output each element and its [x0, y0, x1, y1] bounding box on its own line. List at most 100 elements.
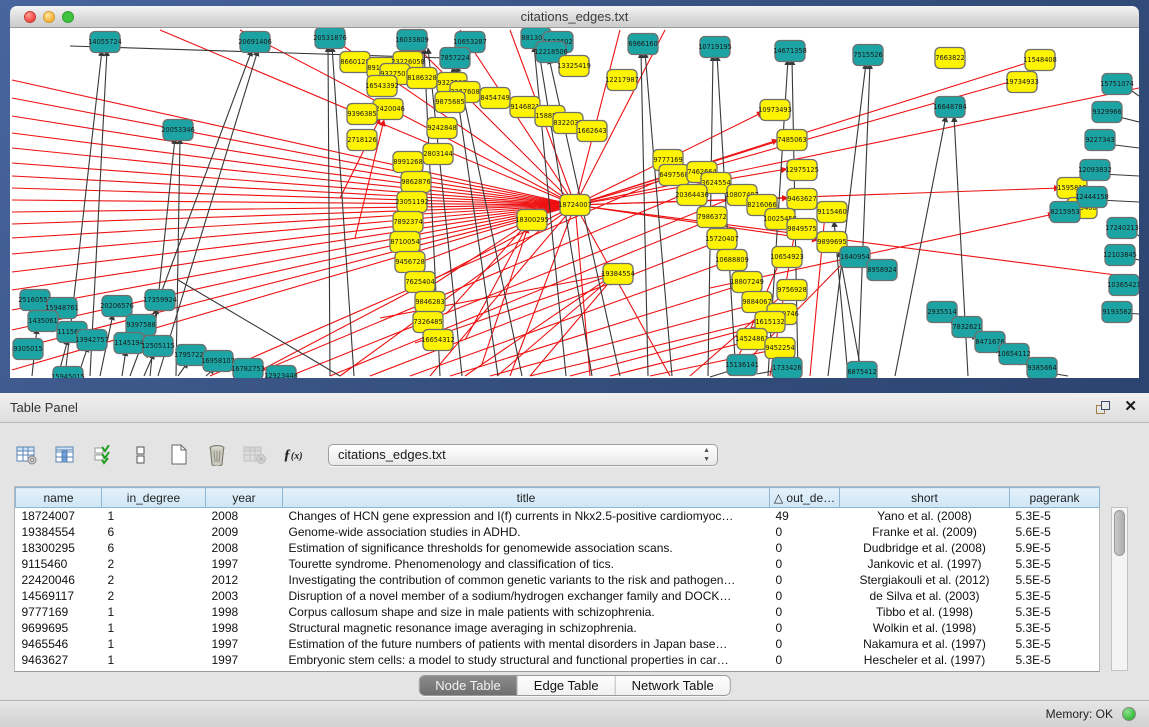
cell-pagerank[interactable]: 5.3E-5	[1010, 588, 1100, 604]
citation-edge-red[interactable]	[12, 98, 575, 205]
new-table-icon[interactable]	[166, 442, 192, 468]
graph-node[interactable]: 12103845	[1103, 245, 1137, 266]
graph-node[interactable]: 14055724	[88, 32, 122, 53]
cell-out_degree[interactable]: 0	[770, 636, 840, 652]
cell-in_degree[interactable]: 1	[102, 604, 206, 620]
cell-name[interactable]: 14569117	[16, 588, 102, 604]
table-settings-icon[interactable]	[14, 442, 40, 468]
cell-out_degree[interactable]: 0	[770, 556, 840, 572]
cell-title[interactable]: Tourette syndrome. Phenomenology and cla…	[283, 556, 770, 572]
tab-edge-table[interactable]: Edge Table	[518, 676, 616, 695]
graph-node[interactable]: 10654923	[770, 247, 804, 268]
table-row[interactable]: 946362711997Embryonic stem cells: a mode…	[16, 652, 1100, 668]
graph-node[interactable]: 12975125	[785, 160, 819, 181]
graph-node[interactable]: 7625404	[405, 272, 435, 293]
cell-name[interactable]: 9115460	[16, 556, 102, 572]
graph-node[interactable]: 9756928	[777, 280, 807, 301]
graph-node[interactable]: 12093832	[1078, 160, 1112, 181]
cell-year[interactable]: 1997	[206, 652, 283, 668]
graph-node[interactable]: 7663822	[935, 48, 965, 69]
delete-rows-icon[interactable]	[242, 442, 268, 468]
graph-node[interactable]: 16648784	[933, 97, 967, 118]
cell-out_degree[interactable]: 0	[770, 588, 840, 604]
graph-node[interactable]: 9463627	[787, 189, 817, 210]
citation-edge-black[interactable]	[158, 50, 258, 376]
graph-node[interactable]: 7857224	[440, 48, 470, 69]
graph-node[interactable]: 9456728	[395, 252, 425, 273]
graph-node[interactable]: 8991268	[393, 152, 423, 173]
graph-node[interactable]: 20364436	[675, 185, 709, 206]
cell-out_degree[interactable]: 0	[770, 604, 840, 620]
graph-node[interactable]: 9849575	[787, 219, 817, 240]
cell-in_degree[interactable]: 2	[102, 588, 206, 604]
table-selector-dropdown[interactable]: citations_edges.txt ▲▼	[328, 444, 718, 466]
graph-node[interactable]: 20531876	[313, 28, 347, 49]
graph-node[interactable]: 16033809	[395, 30, 429, 51]
show-columns-checklist-icon[interactable]	[90, 442, 116, 468]
cell-pagerank[interactable]: 5.5E-5	[1010, 572, 1100, 588]
cell-year[interactable]: 1997	[206, 636, 283, 652]
graph-node[interactable]: 16958107	[201, 351, 235, 372]
graph-node[interactable]: 11548408	[1023, 50, 1057, 71]
float-panel-icon[interactable]	[1096, 401, 1111, 416]
graph-node[interactable]: 8186328	[407, 68, 437, 89]
cell-in_degree[interactable]: 1	[102, 508, 206, 524]
cell-out_degree[interactable]: 0	[770, 524, 840, 540]
delete-table-icon[interactable]	[204, 442, 230, 468]
graph-node[interactable]: 12923448	[264, 366, 298, 379]
cell-pagerank[interactable]: 5.3E-5	[1010, 556, 1100, 572]
cell-year[interactable]: 1998	[206, 604, 283, 620]
cell-name[interactable]: 9699695	[16, 620, 102, 636]
cell-pagerank[interactable]: 5.6E-5	[1010, 524, 1100, 540]
cell-pagerank[interactable]: 5.3E-5	[1010, 604, 1100, 620]
graph-node[interactable]: 9242848	[427, 118, 457, 139]
graph-node[interactable]: 19384554	[601, 264, 635, 285]
column-header-short[interactable]: short	[840, 488, 1010, 508]
graph-node[interactable]: 18807249	[730, 272, 764, 293]
cell-title[interactable]: Corpus callosum shape and size in male p…	[283, 604, 770, 620]
graph-node[interactable]: 7986372	[697, 207, 727, 228]
graph-node[interactable]: 13325419	[557, 56, 591, 77]
table-row[interactable]: 946554611997Estimation of the future num…	[16, 636, 1100, 652]
table-row[interactable]: 2242004622012Investigating the contribut…	[16, 572, 1100, 588]
graph-node[interactable]: 6875412	[847, 362, 877, 379]
cell-short[interactable]: Yano et al. (2008)	[840, 508, 1010, 524]
graph-node[interactable]: 7515526	[853, 45, 883, 66]
citation-edge-red[interactable]	[290, 198, 732, 376]
column-header-title[interactable]: title	[283, 488, 770, 508]
graph-node[interactable]: 9193582	[1102, 302, 1132, 323]
column-header-year[interactable]: year	[206, 488, 283, 508]
cell-short[interactable]: Dudbridge et al. (2008)	[840, 540, 1010, 556]
citation-edge-black[interactable]	[328, 46, 330, 376]
graph-node[interactable]: 1145194	[114, 333, 144, 354]
graph-node[interactable]: 9452254	[765, 338, 795, 359]
cell-year[interactable]: 2003	[206, 588, 283, 604]
cell-title[interactable]: Embryonic stem cells: a model to study s…	[283, 652, 770, 668]
graph-node[interactable]: 9305015	[13, 339, 43, 360]
cell-in_degree[interactable]: 1	[102, 636, 206, 652]
graph-node[interactable]: 7892374	[393, 212, 423, 233]
graph-node[interactable]: 12444158	[1075, 187, 1109, 208]
cell-name[interactable]: 18724007	[16, 508, 102, 524]
cell-title[interactable]: Disruption of a novel member of a sodium…	[283, 588, 770, 604]
cell-name[interactable]: 18300295	[16, 540, 102, 556]
cell-year[interactable]: 2008	[206, 508, 283, 524]
table-scrollbar-thumb[interactable]	[1114, 510, 1125, 556]
cell-short[interactable]: Wolkin et al. (1998)	[840, 620, 1010, 636]
table-scrollbar[interactable]	[1111, 507, 1128, 671]
graph-node[interactable]: 10973493	[758, 100, 792, 121]
cell-in_degree[interactable]: 2	[102, 572, 206, 588]
cell-out_degree[interactable]: 0	[770, 652, 840, 668]
graph-node[interactable]: 7485063	[777, 130, 807, 151]
graph-node[interactable]: 16654312	[421, 330, 455, 351]
cell-out_degree[interactable]: 49	[770, 508, 840, 524]
cell-short[interactable]: Hescheler et al. (1997)	[840, 652, 1010, 668]
graph-node[interactable]: 16782753	[231, 359, 265, 379]
table-row[interactable]: 1872400712008Changes of HCN gene express…	[16, 508, 1100, 524]
cell-in_degree[interactable]: 6	[102, 524, 206, 540]
graph-node[interactable]: 20206576	[100, 296, 134, 317]
cell-in_degree[interactable]: 6	[102, 540, 206, 556]
graph-node[interactable]: 16543392	[365, 76, 399, 97]
column-header-name[interactable]: name	[16, 488, 102, 508]
citation-edge-black[interactable]	[176, 138, 180, 376]
